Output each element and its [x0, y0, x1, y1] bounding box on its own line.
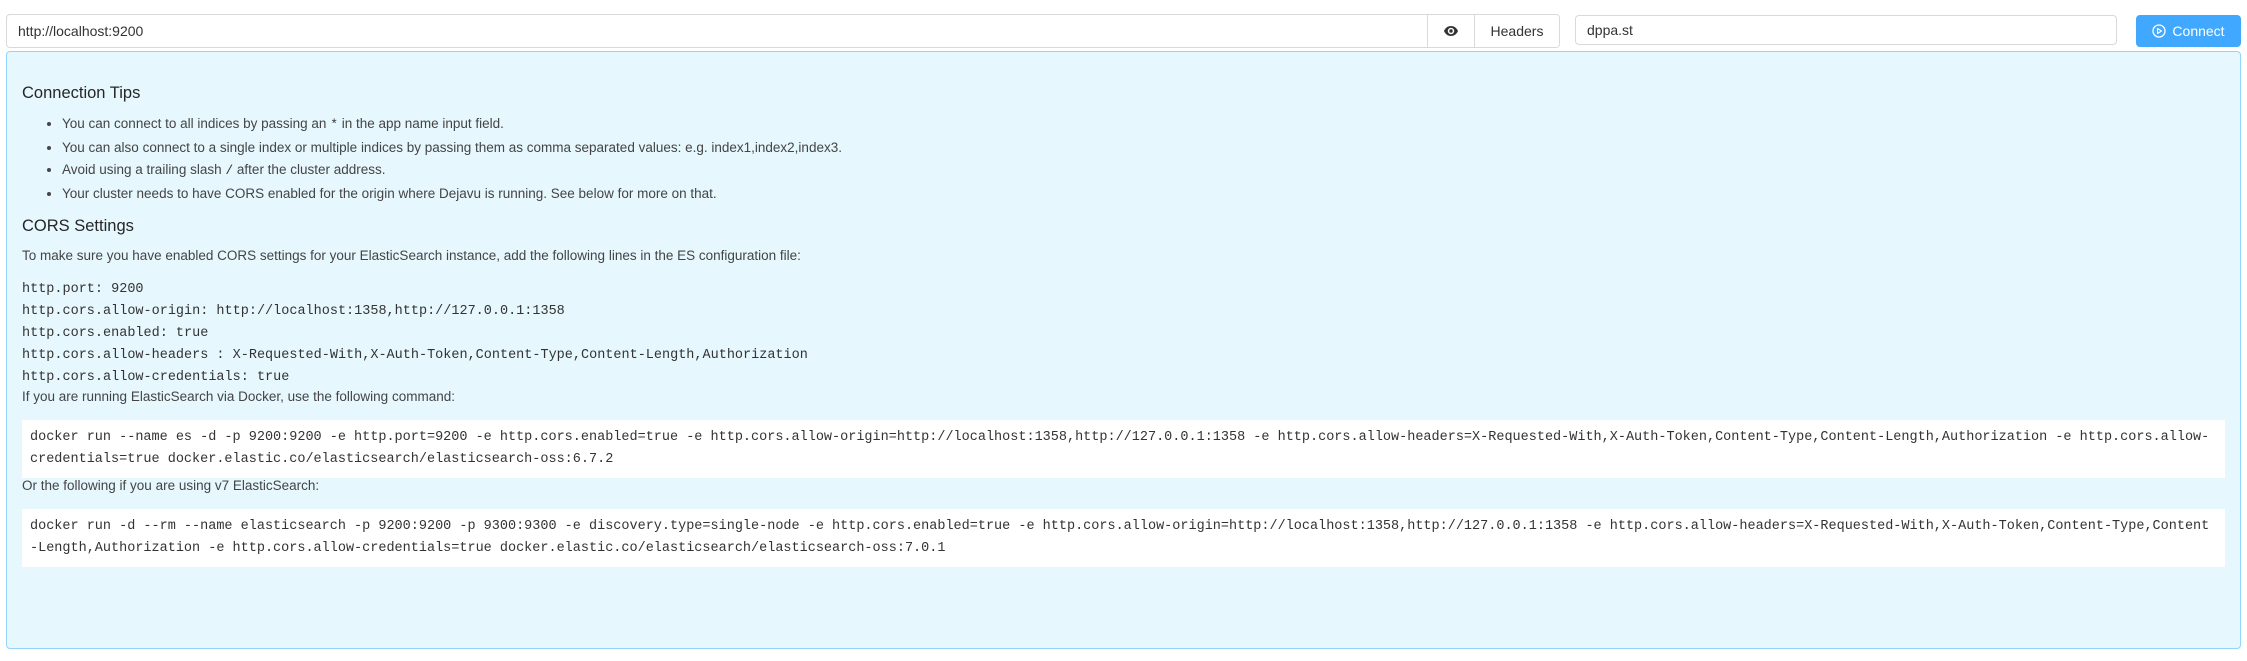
connection-toolbar: Headers Connect [6, 14, 2241, 48]
v7-docker-command-block: docker run -d --rm --name elasticsearch … [22, 509, 2225, 567]
config-line: http.port: 9200 [22, 282, 144, 297]
tip-item: You can connect to all indices by passin… [62, 113, 2225, 137]
connect-button[interactable]: Connect [2136, 15, 2241, 47]
config-line: http.cors.allow-credentials: true [22, 370, 290, 385]
cluster-url-group: Headers [6, 14, 1560, 48]
toggle-visibility-button[interactable] [1427, 15, 1474, 47]
connection-tips-list: You can connect to all indices by passin… [22, 113, 2225, 205]
config-line: http.cors.allow-headers : X-Requested-Wi… [22, 348, 808, 363]
connection-info-panel: Connection Tips You can connect to all i… [6, 51, 2241, 649]
config-line: http.cors.enabled: true [22, 326, 209, 341]
v7-intro-text: Or the following if you are using v7 Ela… [22, 478, 320, 493]
cors-settings-title: CORS Settings [22, 217, 134, 235]
eye-icon [1444, 26, 1458, 36]
tip-item: You can also connect to a single index o… [62, 137, 2225, 160]
docker-command-block: docker run --name es -d -p 9200:9200 -e … [22, 420, 2225, 478]
docker-intro-text: If you are running ElasticSearch via Doc… [22, 389, 455, 404]
cluster-url-input[interactable] [7, 15, 1427, 47]
config-line: http.cors.allow-origin: http://localhost… [22, 304, 565, 319]
connect-label: Connect [2172, 23, 2225, 39]
tip-item: Your cluster needs to have CORS enabled … [62, 183, 2225, 206]
cors-intro-text: To make sure you have enabled CORS setti… [22, 248, 801, 263]
headers-button[interactable]: Headers [1474, 15, 1559, 47]
tip-item: Avoid using a trailing slash / after the… [62, 159, 2225, 183]
app-name-input[interactable] [1575, 15, 2117, 45]
es-config-block: http.port: 9200 http.cors.allow-origin: … [22, 279, 2225, 389]
play-circle-icon [2152, 24, 2167, 38]
connection-tips-title: Connection Tips [22, 84, 141, 102]
